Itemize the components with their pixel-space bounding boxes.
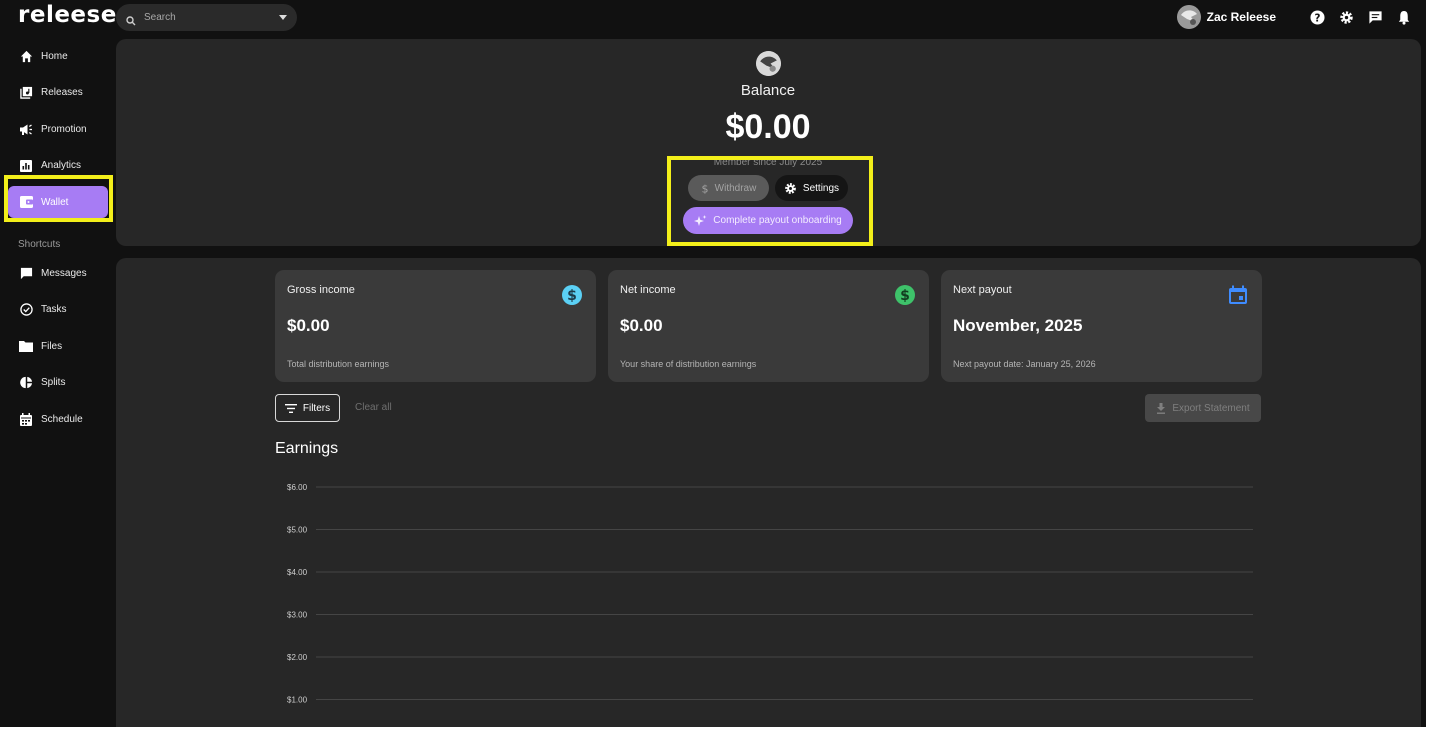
y-tick-label: $6.00: [287, 483, 308, 492]
app-window: releese Search Zac Releese ? Home Releas…: [0, 0, 1426, 727]
y-tick-label: $4.00: [287, 568, 308, 577]
earnings-chart: $6.00 $5.00 $4.00 $3.00 $2.00 $1.00: [287, 483, 1253, 705]
y-tick-label: $1.00: [287, 696, 308, 705]
y-tick-label: $5.00: [287, 526, 308, 535]
y-tick-label: $2.00: [287, 653, 308, 662]
y-tick-label: $3.00: [287, 611, 308, 620]
